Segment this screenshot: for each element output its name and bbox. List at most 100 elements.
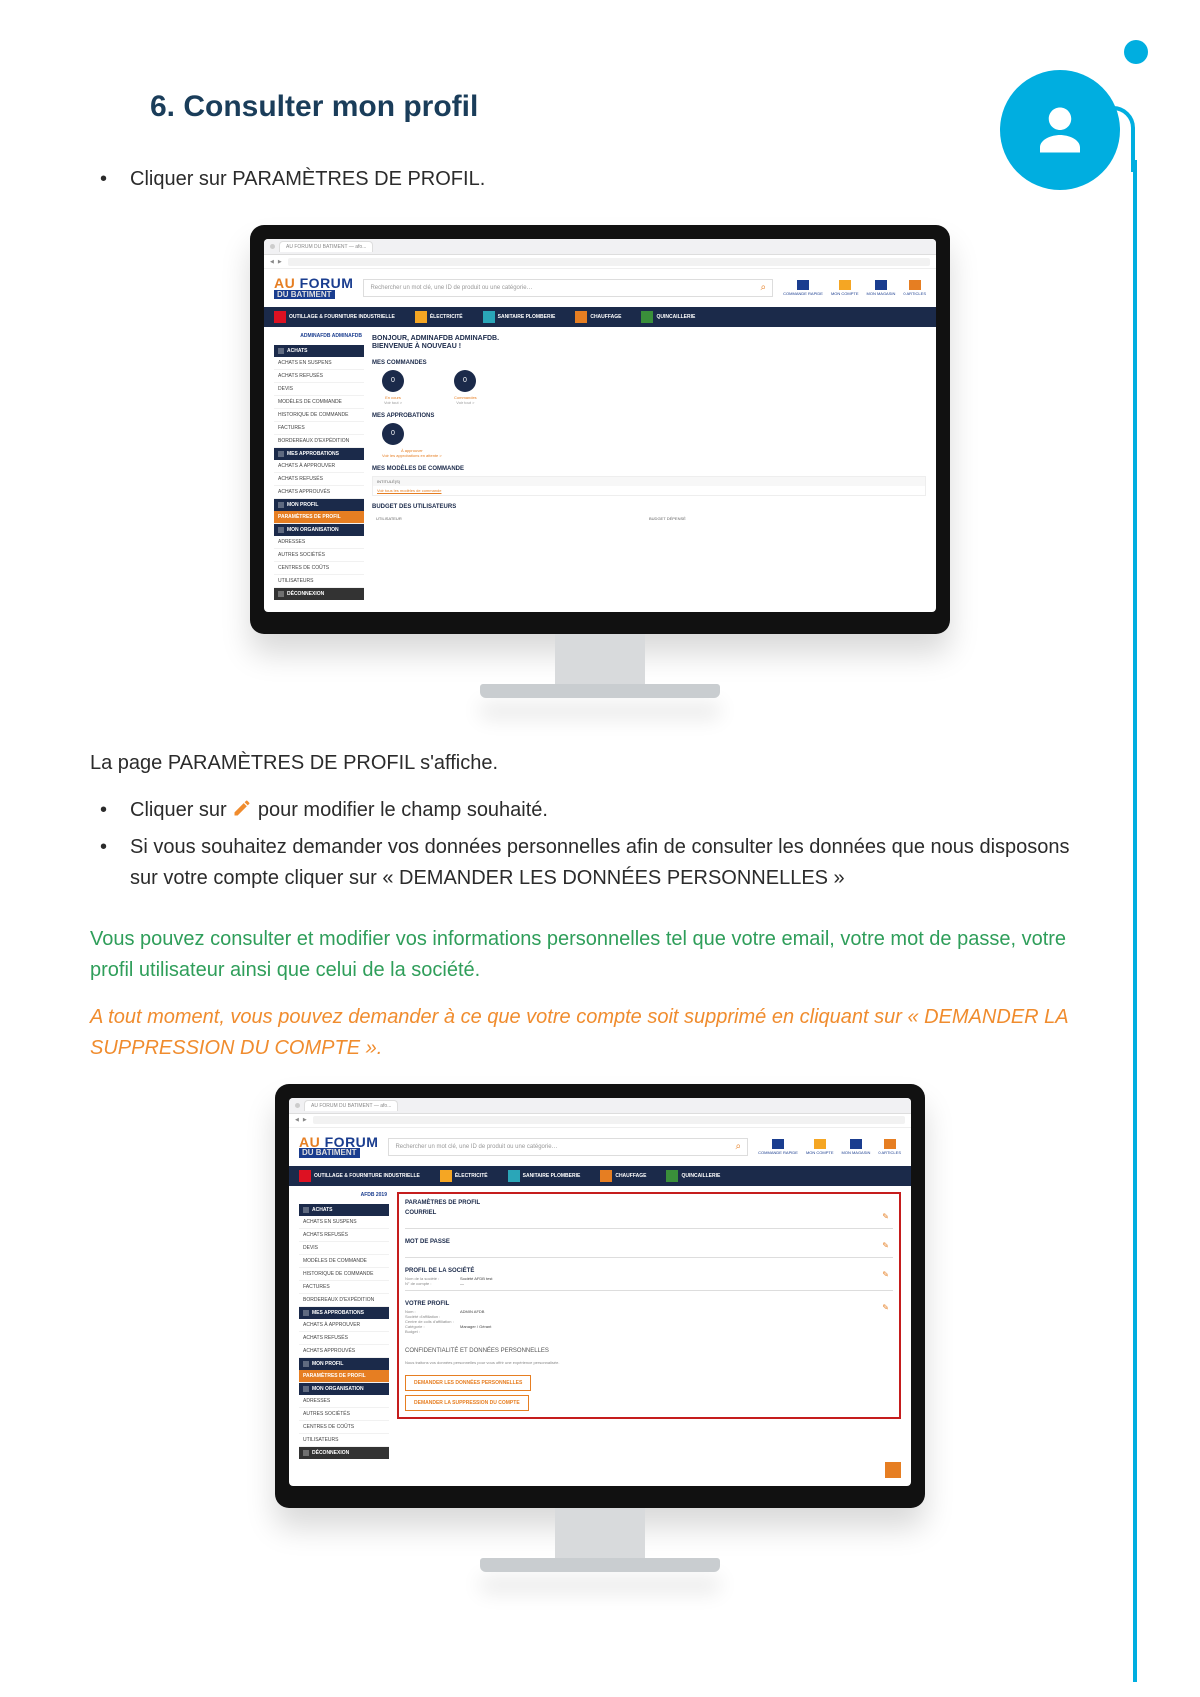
menu-item[interactable]: MODÈLES DE COMMANDE — [299, 1255, 389, 1268]
request-delete-button[interactable]: DEMANDER LA SUPPRESSION DU COMPTE — [405, 1395, 529, 1411]
hdr-quick-order[interactable]: COMMANDE RAPIDE — [758, 1139, 798, 1155]
header-icons: COMMANDE RAPIDE MON COMPTE MON MAGASIN 0… — [783, 280, 926, 296]
pencil-icon[interactable]: ✎ — [882, 1212, 889, 1221]
monitor-base — [480, 1558, 720, 1572]
hdr-cart[interactable]: 0 ARTICLES — [878, 1139, 901, 1155]
menu-item[interactable]: HISTORIQUE DE COMMANDE — [299, 1268, 389, 1281]
menu-item[interactable]: ACHATS REFUSÉS — [274, 370, 364, 383]
menu-item[interactable]: BORDEREAUX D'EXPÉDITION — [274, 435, 364, 448]
menu-head-profil[interactable]: MON PROFIL — [274, 499, 364, 511]
search-icon[interactable]: ⌕ — [736, 1141, 742, 1152]
menu-item[interactable]: ACHATS APPROUVÉS — [299, 1345, 389, 1358]
menu-head-deco[interactable]: DÉCONNEXION — [299, 1447, 389, 1459]
monitor-screen: AU FORUM DU BATIMENT — afo... ◀ ▶ AU FOR… — [289, 1098, 911, 1486]
address-field[interactable] — [288, 258, 930, 266]
menu-item[interactable]: ADRESSES — [299, 1395, 389, 1408]
menu-item-params-profil[interactable]: PARAMÈTRES DE PROFIL — [274, 511, 364, 524]
pencil-icon — [232, 797, 252, 828]
menu-item[interactable]: CENTRES DE COÛTS — [299, 1421, 389, 1434]
menu-item[interactable]: DEVIS — [274, 383, 364, 396]
menu-item[interactable]: ACHATS EN SUSPENS — [299, 1216, 389, 1229]
menu-item[interactable]: FACTURES — [274, 422, 364, 435]
circle-1[interactable]: 0En coursVoir tout > — [382, 370, 404, 405]
menu-item[interactable]: BORDEREAUX D'EXPÉDITION — [299, 1294, 389, 1307]
pencil-icon[interactable]: ✎ — [882, 1241, 889, 1250]
nav-item[interactable]: CHAUFFAGE — [575, 311, 621, 323]
menu-item[interactable]: AUTRES SOCIÉTÉS — [274, 549, 364, 562]
nav-item[interactable]: SANITAIRE PLOMBERIE — [483, 311, 556, 323]
forward-icon[interactable]: ▶ — [303, 1117, 307, 1123]
menu-item[interactable]: ACHATS EN SUSPENS — [274, 357, 364, 370]
prof-password: MOT DE PASSE ✎ — [405, 1239, 893, 1258]
hdr-cart[interactable]: 0 ARTICLES — [903, 280, 926, 296]
menu-item[interactable]: HISTORIQUE DE COMMANDE — [274, 409, 364, 422]
menu-head-org[interactable]: MON ORGANISATION — [274, 524, 364, 536]
commandes-circles: 0En coursVoir tout > 0CommandesVoir tout… — [372, 370, 926, 405]
site-logo[interactable]: AU FORUM DU BATIMENT — [299, 1136, 378, 1158]
menu-item[interactable]: ADRESSES — [274, 536, 364, 549]
browser-tab[interactable]: AU FORUM DU BATIMENT — afo... — [304, 1100, 398, 1111]
approb-circles: 0À approuverVoir les approbations en att… — [372, 423, 926, 458]
nav-item[interactable]: ÉLECTRICITÉ — [415, 311, 463, 323]
menu-item[interactable]: DEVIS — [299, 1242, 389, 1255]
browser-tab[interactable]: AU FORUM DU BATIMENT — afo... — [279, 241, 373, 252]
nav-item[interactable]: QUINCAILLERIE — [641, 311, 695, 323]
request-data-button[interactable]: DEMANDER LES DONNÉES PERSONNELLES — [405, 1375, 531, 1391]
menu-item[interactable]: ACHATS REFUSÉS — [299, 1332, 389, 1345]
top-nav: OUTILLAGE & FOURNITURE INDUSTRIELLE ÉLEC… — [264, 307, 936, 327]
scroll-top-button[interactable] — [885, 1462, 901, 1478]
menu-item[interactable]: ACHATS REFUSÉS — [299, 1229, 389, 1242]
menu-head-approb[interactable]: MES APPROBATIONS — [274, 448, 364, 460]
menu-item[interactable]: ACHATS REFUSÉS — [274, 473, 364, 486]
hdr-store[interactable]: MON MAGASIN — [867, 280, 896, 296]
page-title: 6. Consulter mon profil — [150, 90, 1140, 124]
menu-head-profil[interactable]: MON PROFIL — [299, 1358, 389, 1370]
hdr-quick-order[interactable]: COMMANDE RAPIDE — [783, 280, 823, 296]
menu-item-params-profil[interactable]: PARAMÈTRES DE PROFIL — [299, 1370, 389, 1383]
pencil-icon[interactable]: ✎ — [882, 1270, 889, 1279]
menu-item[interactable]: UTILISATEURS — [299, 1434, 389, 1447]
menu-item[interactable]: ACHATS À APPROUVER — [274, 460, 364, 473]
app-body: ADMINAFDB ADMINAFDB ACHATS ACHATS EN SUS… — [264, 327, 936, 612]
hdr-account[interactable]: MON COMPTE — [831, 280, 859, 296]
menu-head-deco[interactable]: DÉCONNEXION — [274, 588, 364, 600]
search-input[interactable]: Rechercher un mot clé, une ID de produit… — [363, 279, 773, 297]
menu-head-org[interactable]: MON ORGANISATION — [299, 1383, 389, 1395]
menu-item[interactable]: UTILISATEURS — [274, 575, 364, 588]
note-green: Vous pouvez consulter et modifier vos in… — [90, 924, 1080, 986]
search-input[interactable]: Rechercher un mot clé, une ID de produit… — [388, 1138, 748, 1156]
menu-item[interactable]: CENTRES DE COÛTS — [274, 562, 364, 575]
circle-2[interactable]: 0CommandesVoir tout > — [454, 370, 477, 405]
hdr-store[interactable]: MON MAGASIN — [842, 1139, 871, 1155]
browser-tab-bar: AU FORUM DU BATIMENT — afo... — [264, 239, 936, 255]
forward-icon[interactable]: ▶ — [278, 259, 282, 265]
menu-item[interactable]: AUTRES SOCIÉTÉS — [299, 1408, 389, 1421]
tbl-link[interactable]: Voir tous les modèles de commande — [373, 486, 925, 495]
browser-address-bar: ◀ ▶ — [264, 255, 936, 269]
nav-item[interactable]: OUTILLAGE & FOURNITURE INDUSTRIELLE — [299, 1170, 420, 1182]
nav-item[interactable]: CHAUFFAGE — [600, 1170, 646, 1182]
menu-head-achats[interactable]: ACHATS — [299, 1204, 389, 1216]
nav-item[interactable]: SANITAIRE PLOMBERIE — [508, 1170, 581, 1182]
back-icon[interactable]: ◀ — [270, 259, 274, 265]
hdr-account[interactable]: MON COMPTE — [806, 1139, 834, 1155]
nav-item[interactable]: OUTILLAGE & FOURNITURE INDUSTRIELLE — [274, 311, 395, 323]
site-logo[interactable]: AU FORUM DU BATIMENT — [274, 277, 353, 299]
dashboard: BONJOUR, ADMINAFDB ADMINAFDB. BIENVENUE … — [372, 333, 926, 600]
nav-item[interactable]: ÉLECTRICITÉ — [440, 1170, 488, 1182]
nav-item[interactable]: QUINCAILLERIE — [666, 1170, 720, 1182]
monitor-screen: AU FORUM DU BATIMENT — afo... ◀ ▶ AU FOR… — [264, 239, 936, 612]
menu-head-achats[interactable]: ACHATS — [274, 345, 364, 357]
pencil-icon[interactable]: ✎ — [882, 1303, 889, 1312]
address-field[interactable] — [313, 1116, 905, 1124]
monitor: AU FORUM DU BATIMENT — afo... ◀ ▶ AU FOR… — [250, 225, 950, 698]
menu-head-approb[interactable]: MES APPROBATIONS — [299, 1307, 389, 1319]
back-icon[interactable]: ◀ — [295, 1117, 299, 1123]
menu-item[interactable]: ACHATS APPROUVÉS — [274, 486, 364, 499]
menu-item[interactable]: ACHATS À APPROUVER — [299, 1319, 389, 1332]
side-menu: ADMINAFDB ADMINAFDB ACHATS ACHATS EN SUS… — [274, 333, 364, 600]
menu-item[interactable]: MODÈLES DE COMMANDE — [274, 396, 364, 409]
menu-item[interactable]: FACTURES — [299, 1281, 389, 1294]
search-icon[interactable]: ⌕ — [761, 282, 767, 293]
circle-3[interactable]: 0À approuverVoir les approbations en att… — [382, 423, 442, 458]
